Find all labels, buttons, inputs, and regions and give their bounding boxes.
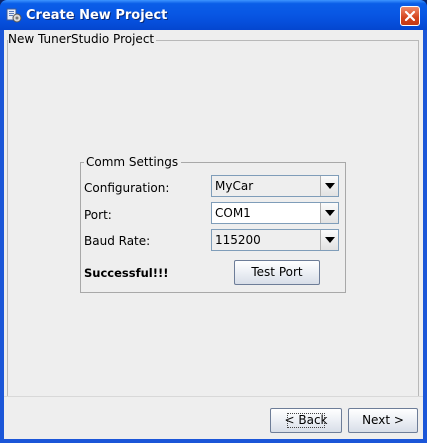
chevron-down-icon — [325, 237, 335, 243]
app-icon — [6, 7, 22, 23]
baud-rate-select[interactable]: 115200 — [211, 229, 339, 251]
port-dropdown-button[interactable] — [320, 203, 338, 223]
baud-rate-dropdown-button[interactable] — [320, 230, 338, 250]
configuration-label: Configuration: — [84, 181, 170, 195]
project-group-title: New TunerStudio Project — [8, 32, 157, 46]
configuration-value: MyCar — [215, 179, 254, 193]
baud-rate-value: 115200 — [215, 233, 261, 247]
test-port-button[interactable]: Test Port — [234, 260, 320, 285]
create-project-window: Create New Project New TunerStudio Proje… — [0, 0, 427, 443]
close-button[interactable] — [400, 6, 420, 26]
chevron-down-icon — [325, 210, 335, 216]
window-title: Create New Project — [26, 8, 168, 23]
back-button[interactable]: < Back — [270, 408, 342, 433]
port-select[interactable]: COM1 — [211, 202, 339, 224]
configuration-dropdown-button[interactable] — [320, 176, 338, 196]
test-status-text: Successful!!! — [84, 266, 169, 280]
baud-rate-label: Baud Rate: — [84, 234, 151, 248]
port-value: COM1 — [215, 206, 251, 220]
next-button[interactable]: Next > — [348, 408, 418, 433]
configuration-select[interactable]: MyCar — [211, 175, 339, 197]
close-icon — [404, 10, 416, 22]
nav-divider — [4, 396, 423, 397]
title-bar[interactable]: Create New Project — [0, 0, 427, 30]
back-focus-ring — [287, 413, 325, 428]
dialog-content: New TunerStudio Project Comm Settings Co… — [4, 30, 423, 439]
comm-settings-title: Comm Settings — [84, 155, 182, 169]
chevron-down-icon — [325, 183, 335, 189]
port-label: Port: — [84, 208, 112, 222]
